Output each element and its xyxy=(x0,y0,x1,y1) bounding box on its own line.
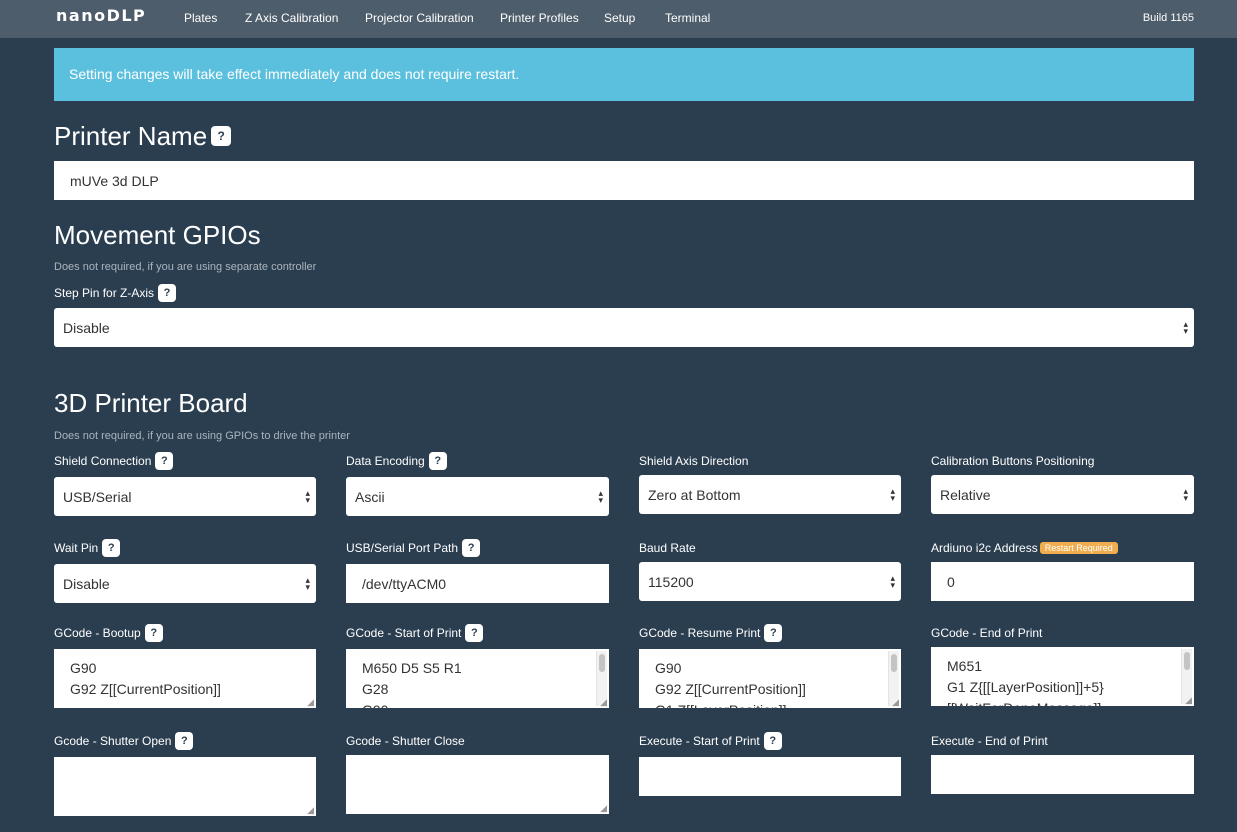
movement-gpios-hint: Does not required, if you are using sepa… xyxy=(54,261,317,273)
info-alert: Setting changes will take effect immedia… xyxy=(54,48,1194,101)
port-path-input[interactable]: /dev/ttyACM0 xyxy=(346,564,609,603)
shutter-close-label: Gcode - Shutter Close xyxy=(346,734,465,748)
baud-rate-select[interactable]: 115200 xyxy=(639,562,901,601)
movement-gpios-heading: Movement GPIOs xyxy=(54,220,261,250)
shutter-open-label-row: Gcode - Shutter Open? xyxy=(54,731,194,751)
shutter-close-textarea[interactable]: ◢ xyxy=(346,755,609,814)
nav-link-plates[interactable]: Plates xyxy=(184,11,217,25)
i2c-address-label: Ardiuno i2c Address xyxy=(931,541,1038,555)
gcode-bootup-textarea[interactable]: G90 G92 Z[[CurrentPosition]] ◢ xyxy=(54,649,316,708)
step-pin-select[interactable]: Disable xyxy=(54,308,1194,347)
i2c-address-label-row: Ardiuno i2c Address Restart Required xyxy=(931,539,1118,557)
port-path-label-row: USB/Serial Port Path? xyxy=(346,538,481,558)
nav-link-setup[interactable]: Setup xyxy=(604,11,635,25)
help-icon[interactable]: ? xyxy=(211,126,232,147)
top-navbar: nanoDLP Plates Z Axis Calibration Projec… xyxy=(0,0,1237,38)
shield-connection-label: Shield Connection xyxy=(54,454,152,468)
calibration-buttons-select[interactable]: Relative xyxy=(931,475,1194,514)
wait-pin-label: Wait Pin xyxy=(54,541,99,555)
data-encoding-select[interactable]: Ascii xyxy=(346,477,609,516)
resize-handle-icon[interactable]: ◢ xyxy=(597,803,607,813)
help-icon[interactable]: ? xyxy=(428,451,447,470)
nav-link-projector-calibration[interactable]: Projector Calibration xyxy=(365,11,474,25)
printer-name-title: Printer Name xyxy=(54,121,208,151)
baud-rate-label: Baud Rate xyxy=(639,541,696,555)
help-icon[interactable]: ? xyxy=(102,538,121,557)
printer-name-heading: Printer Name? xyxy=(54,121,232,151)
gcode-end-label: GCode - End of Print xyxy=(931,626,1043,640)
gcode-bootup-label: GCode - Bootup xyxy=(54,626,141,640)
help-icon[interactable]: ? xyxy=(155,451,174,470)
exec-end-label: Execute - End of Print xyxy=(931,734,1048,748)
gcode-resume-text: G90 G92 Z[[CurrentPosition]] G1 Z[[Layer… xyxy=(655,660,806,708)
exec-start-label: Execute - Start of Print xyxy=(639,734,760,748)
gcode-start-textarea[interactable]: M650 D5 S5 R1 G28 G90 ◢ xyxy=(346,649,609,708)
printer-board-hint: Does not required, if you are using GPIO… xyxy=(54,430,350,442)
exec-start-label-row: Execute - Start of Print? xyxy=(639,731,782,751)
gcode-bootup-text: G90 G92 Z[[CurrentPosition]] xyxy=(70,660,221,697)
printer-board-heading: 3D Printer Board xyxy=(54,388,248,418)
gcode-start-text: M650 D5 S5 R1 G28 G90 xyxy=(362,660,462,708)
data-encoding-label: Data Encoding xyxy=(346,454,425,468)
shield-axis-direction-label: Shield Axis Direction xyxy=(639,454,749,468)
brand-logo[interactable]: nanoDLP xyxy=(56,6,146,26)
nav-link-terminal[interactable]: Terminal xyxy=(665,11,710,25)
help-icon[interactable]: ? xyxy=(465,623,484,642)
gcode-start-label-row: GCode - Start of Print? xyxy=(346,623,484,643)
printer-name-input[interactable]: mUVe 3d DLP xyxy=(54,161,1194,200)
resize-handle-icon[interactable]: ◢ xyxy=(304,697,314,707)
help-icon[interactable]: ? xyxy=(764,623,783,642)
shield-connection-label-row: Shield Connection? xyxy=(54,451,174,471)
wait-pin-select[interactable]: Disable xyxy=(54,564,316,603)
help-icon[interactable]: ? xyxy=(144,623,163,642)
help-icon[interactable]: ? xyxy=(763,731,782,750)
step-pin-label-row: Step Pin for Z-Axis? xyxy=(54,283,177,303)
resize-handle-icon[interactable]: ◢ xyxy=(304,805,314,815)
help-icon[interactable]: ? xyxy=(158,283,177,302)
data-encoding-label-row: Data Encoding? xyxy=(346,451,447,471)
calibration-buttons-label: Calibration Buttons Positioning xyxy=(931,454,1095,468)
gcode-resume-textarea[interactable]: G90 G92 Z[[CurrentPosition]] G1 Z[[Layer… xyxy=(639,649,901,708)
help-icon[interactable]: ? xyxy=(175,731,194,750)
build-version: Build 1165 xyxy=(1142,12,1194,24)
gcode-bootup-label-row: GCode - Bootup? xyxy=(54,623,163,643)
port-path-label: USB/Serial Port Path xyxy=(346,541,459,555)
nav-link-printer-profiles[interactable]: Printer Profiles xyxy=(500,11,579,25)
exec-end-input[interactable] xyxy=(931,755,1194,794)
resize-handle-icon[interactable]: ◢ xyxy=(1182,695,1192,705)
shield-connection-select[interactable]: USB/Serial xyxy=(54,477,316,516)
step-pin-label: Step Pin for Z-Axis xyxy=(54,286,155,300)
exec-start-input[interactable] xyxy=(639,757,901,796)
gcode-start-label: GCode - Start of Print xyxy=(346,626,462,640)
shutter-open-textarea[interactable]: ◢ xyxy=(54,757,316,816)
help-icon[interactable]: ? xyxy=(462,538,481,557)
i2c-address-input[interactable]: 0 xyxy=(931,562,1194,601)
gcode-resume-label: GCode - Resume Print xyxy=(639,626,761,640)
wait-pin-label-row: Wait Pin? xyxy=(54,538,121,558)
gcode-resume-label-row: GCode - Resume Print? xyxy=(639,623,783,643)
shutter-open-label: Gcode - Shutter Open xyxy=(54,734,172,748)
gcode-end-text: M651 G1 Z{[[LayerPosition]]+5} [[WaitFor… xyxy=(947,658,1104,706)
shield-axis-direction-select[interactable]: Zero at Bottom xyxy=(639,475,901,514)
gcode-end-textarea[interactable]: M651 G1 Z{[[LayerPosition]]+5} [[WaitFor… xyxy=(931,647,1194,706)
restart-required-badge: Restart Required xyxy=(1039,541,1118,554)
nav-link-z-axis-calibration[interactable]: Z Axis Calibration xyxy=(245,11,338,25)
resize-handle-icon[interactable]: ◢ xyxy=(889,697,899,707)
resize-handle-icon[interactable]: ◢ xyxy=(597,697,607,707)
